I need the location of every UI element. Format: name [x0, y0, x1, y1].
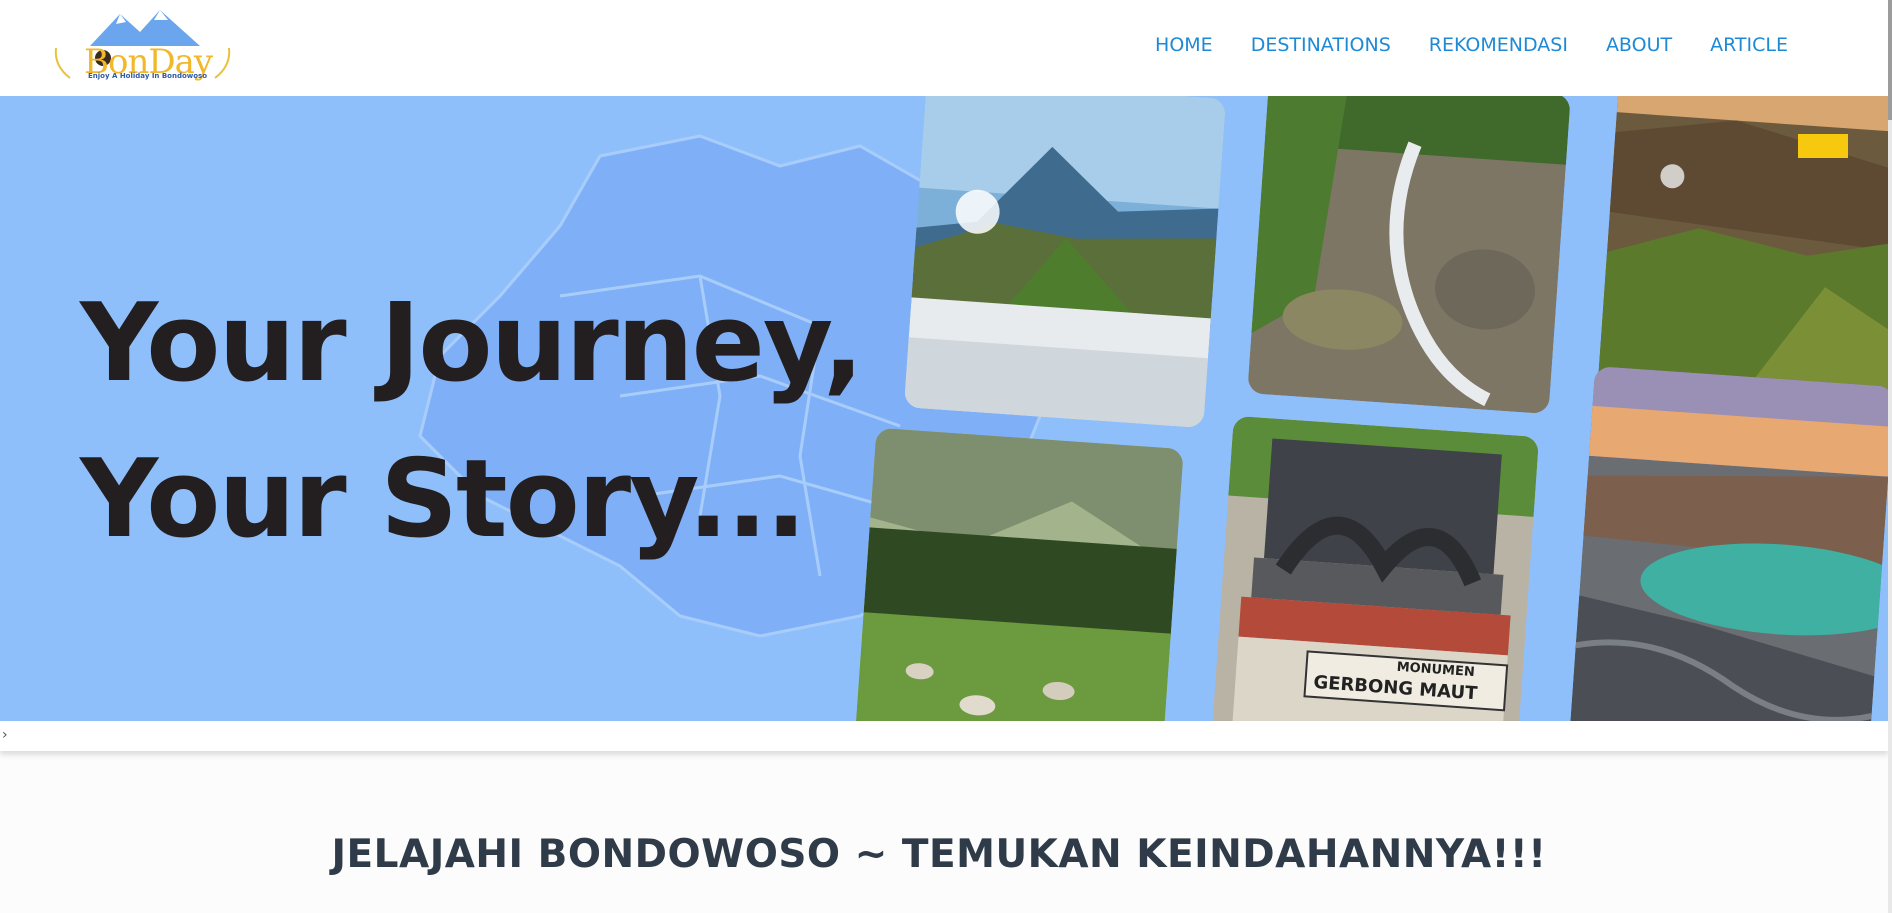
- photo-waterfall: [1247, 96, 1571, 415]
- hero-line-2: Your Story...: [80, 437, 807, 562]
- photo-ijen-crater-lake: [1569, 365, 1888, 721]
- section-heading: JELAJAHI BONDOWOSO ~ TEMUKAN KEINDAHANNY…: [331, 832, 1547, 877]
- hero-banner[interactable]: MONUMEN GERBONG MAUT Your Journey, Your …: [0, 96, 1888, 721]
- brand-logo[interactable]: BonDay Enjoy A Holiday In Bondowoso: [50, 8, 235, 86]
- nav-rekomendasi[interactable]: REKOMENDASI: [1429, 34, 1568, 56]
- slider-next-arrow[interactable]: ›: [2, 727, 8, 743]
- nav-article[interactable]: ARTICLE: [1710, 34, 1788, 56]
- hero-line-1: Your Journey,: [80, 281, 864, 406]
- page-scrollbar[interactable]: [1888, 0, 1892, 913]
- photo-bromo-sunrise: [903, 96, 1227, 429]
- slider-controls: ›: [0, 721, 1888, 751]
- nav-home[interactable]: HOME: [1155, 34, 1213, 56]
- nav-destinations[interactable]: DESTINATIONS: [1251, 34, 1391, 56]
- photo-cattle-meadow: [854, 427, 1184, 721]
- main-nav: HOME DESTINATIONS REKOMENDASI ABOUT ARTI…: [1155, 34, 1788, 56]
- hero-headline: Your Journey, Your Story...: [80, 266, 864, 578]
- nav-about[interactable]: ABOUT: [1606, 34, 1672, 56]
- scrollbar-thumb[interactable]: [1888, 0, 1892, 120]
- photo-monumen-gerbong-maut: MONUMEN GERBONG MAUT: [1210, 415, 1540, 721]
- navbar: BonDay Enjoy A Holiday In Bondowoso HOME…: [0, 0, 1888, 96]
- brand-tagline: Enjoy A Holiday In Bondowoso: [88, 72, 208, 80]
- slider-badge[interactable]: [1798, 134, 1848, 158]
